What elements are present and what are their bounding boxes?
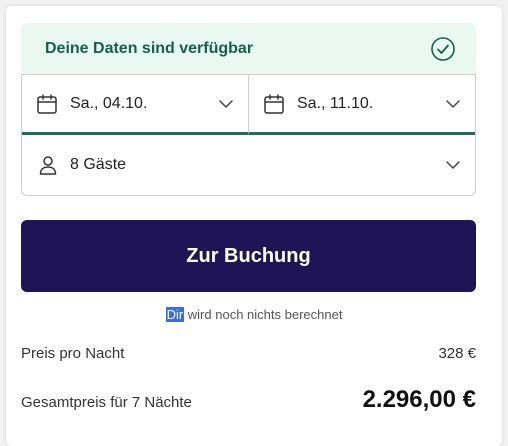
total-price-label: Gesamtpreis für 7 Nächte [21,394,192,411]
checkin-date-field[interactable]: Sa., 04.10. [22,75,248,135]
checkout-date-field[interactable]: Sa., 11.10. [248,75,475,135]
book-button[interactable]: Zur Buchung [21,220,476,292]
checkout-date-value: Sa., 11.10. [297,94,374,112]
checkin-date-value: Sa., 04.10. [70,94,148,112]
availability-banner: Deine Daten sind verfügbar [21,23,476,75]
chevron-down-icon [446,99,460,108]
price-per-night-value: 328 € [438,345,476,362]
price-per-night-row: Preis pro Nacht 328 € [21,345,476,362]
total-price-value: 2.296,00 € [362,386,476,413]
check-circle-icon [431,37,455,61]
total-price-row: Gesamtpreis für 7 Nächte 2.296,00 € [21,386,476,414]
price-per-night-label: Preis pro Nacht [21,345,125,362]
no-charge-note: Dir wird noch nichts berechnet [0,307,508,322]
calendar-icon [264,93,284,114]
chevron-down-icon [446,161,460,169]
selected-text: Dir [165,307,185,322]
note-text: wird noch nichts berechnet [184,307,343,322]
guests-value: 8 Gäste [70,156,127,173]
guests-select[interactable]: 8 Gäste [21,135,476,196]
person-icon [39,156,57,175]
calendar-icon [37,93,57,114]
availability-text: Deine Daten sind verfügbar [45,40,254,57]
chevron-down-icon [219,99,233,108]
date-range-picker: Sa., 04.10. Sa., 11.10. [21,74,476,135]
